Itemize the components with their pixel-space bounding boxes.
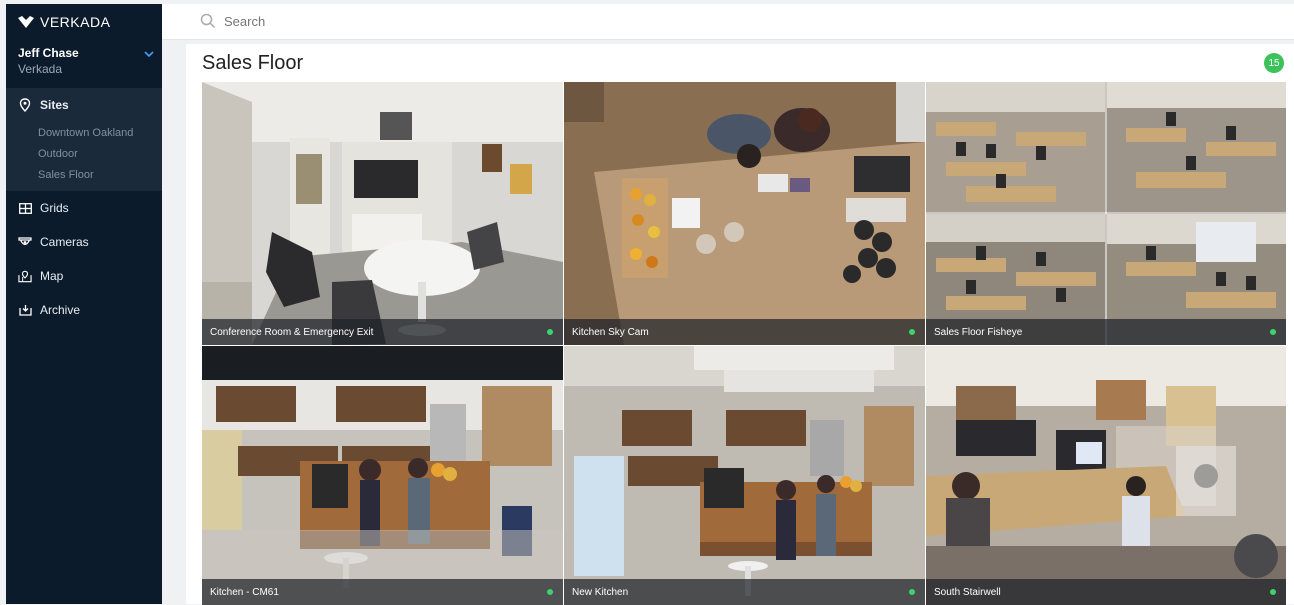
search-icon[interactable] [200,13,216,34]
camera-name: South Stairwell [934,586,1001,598]
sites-section: Sites Downtown Oakland Outdoor Sales Flo… [6,88,162,191]
nav-label-archive: Archive [40,303,81,317]
online-status-dot [1270,329,1276,335]
online-status-dot [547,329,553,335]
camera-name: Kitchen - CM61 [210,586,279,598]
camera-label-bar: South Stairwell [926,579,1286,605]
grid-icon [18,201,32,215]
site-item-downtown-oakland[interactable]: Downtown Oakland [6,122,162,143]
camera-icon [18,235,32,249]
nav-item-cameras[interactable]: Cameras [6,225,162,259]
camera-label-bar: Conference Room & Emergency Exit [202,319,563,345]
verkada-logo-icon [18,16,34,28]
nav-label-sites: Sites [40,98,69,112]
camera-name: Conference Room & Emergency Exit [210,326,374,338]
nav-item-sites[interactable]: Sites [6,88,162,122]
brand-logo[interactable]: VERKADA [6,4,162,40]
user-menu[interactable]: Jeff Chase Verkada [6,40,162,88]
online-status-dot [909,589,915,595]
user-name: Jeff Chase [18,46,79,60]
camera-feed-south-stairwell [926,346,1286,605]
nav-item-grids[interactable]: Grids [6,191,162,225]
camera-label-bar: Kitchen - CM61 [202,579,563,605]
camera-feed-conference-room [202,82,563,345]
online-status-dot [1270,589,1276,595]
map-icon [18,269,32,283]
search-input[interactable] [224,14,524,29]
nav-item-map[interactable]: Map [6,259,162,293]
top-bar [162,4,1294,40]
camera-tile[interactable]: Kitchen - CM61 [202,346,563,605]
site-item-sales-floor[interactable]: Sales Floor [6,164,162,185]
user-org: Verkada [18,62,63,76]
main-content: Sales Floor 15 Conference Room & Emergen… [186,44,1294,605]
camera-name: Sales Floor Fisheye [934,326,1023,338]
camera-feed-sales-floor-fisheye [926,82,1286,345]
camera-tile[interactable]: New Kitchen [564,346,925,605]
camera-label-bar: Kitchen Sky Cam [564,319,925,345]
online-status-dot [547,589,553,595]
camera-name: Kitchen Sky Cam [572,326,649,338]
location-pin-icon [18,98,32,112]
nav-label-cameras: Cameras [40,235,89,249]
camera-feed-new-kitchen [564,346,925,605]
nav-label-grids: Grids [40,201,69,215]
camera-label-bar: New Kitchen [564,579,925,605]
camera-tile[interactable]: Sales Floor Fisheye [926,82,1286,345]
camera-count-badge: 15 [1264,53,1284,73]
sidebar: VERKADA Jeff Chase Verkada Sites Downtow… [6,4,162,604]
archive-icon [18,303,32,317]
brand-name: VERKADA [40,14,111,30]
nav-item-archive[interactable]: Archive [6,293,162,327]
camera-feed-kitchen-cm61 [202,346,563,605]
nav-label-map: Map [40,269,64,283]
camera-tile[interactable]: Conference Room & Emergency Exit [202,82,563,345]
camera-grid: Conference Room & Emergency Exit Kitchen… [202,82,1286,605]
camera-feed-kitchen-sky [564,82,925,345]
online-status-dot [909,329,915,335]
site-item-outdoor[interactable]: Outdoor [6,143,162,164]
page-title: Sales Floor [202,52,304,74]
camera-label-bar: Sales Floor Fisheye [926,319,1286,345]
chevron-down-icon[interactable] [144,48,154,60]
camera-tile[interactable]: Kitchen Sky Cam [564,82,925,345]
camera-name: New Kitchen [572,586,629,598]
camera-tile[interactable]: South Stairwell [926,346,1286,605]
